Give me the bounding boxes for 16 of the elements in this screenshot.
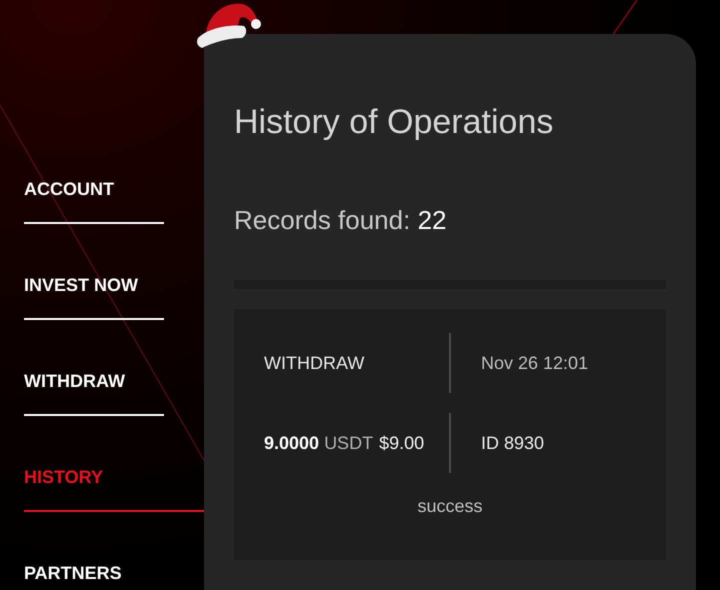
background-line — [611, 0, 638, 36]
nav-link[interactable]: WITHDRAW — [0, 370, 204, 392]
nav-link[interactable]: PARTNERS — [0, 562, 204, 584]
nav-link[interactable]: HISTORY — [0, 466, 204, 488]
nav-link[interactable]: INVEST NOW — [0, 274, 204, 296]
operation-date: Nov 26 12:01 — [481, 352, 588, 374]
currency: USDT — [324, 432, 374, 454]
operation-id: ID 8930 — [481, 432, 544, 454]
amount: 9.0000 — [264, 432, 320, 454]
records-count: 22 — [418, 205, 446, 235]
records-label: Records found: — [234, 205, 410, 235]
operation-status: success — [417, 496, 483, 516]
page-title: History of Operations — [234, 102, 554, 143]
usd-value: $9.00 — [379, 432, 424, 454]
nav-link[interactable]: ACCOUNT — [0, 178, 204, 200]
operation-type: WITHDRAW — [264, 352, 364, 374]
